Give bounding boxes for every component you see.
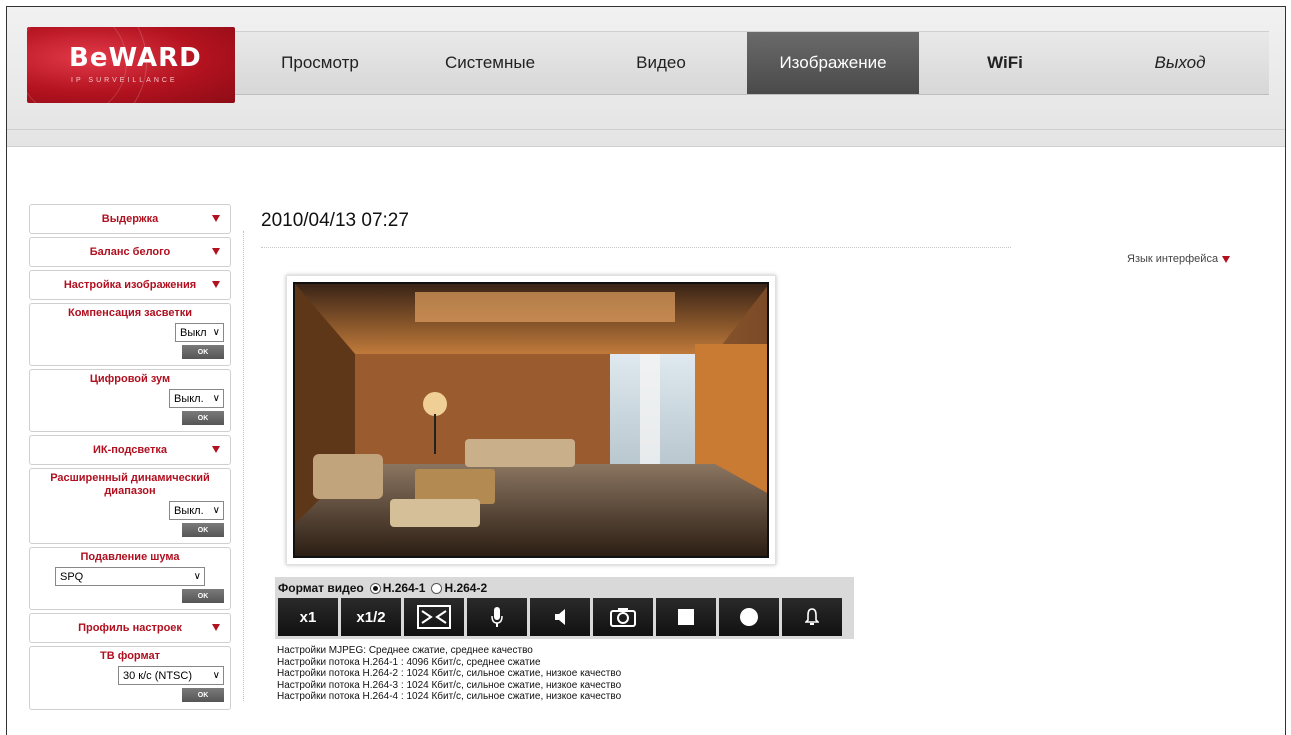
select-value: Выкл. (174, 504, 204, 517)
wdr-panel: Расширенный динамический диапазон Выкл. … (29, 468, 231, 544)
backlight-select[interactable]: Выкл ∨ (175, 323, 224, 342)
camera-datetime: 2010/04/13 07:27 (261, 210, 409, 231)
tv-format-select[interactable]: 30 к/с (NTSC) ∨ (118, 666, 224, 685)
wdr-select[interactable]: Выкл. ∨ (169, 501, 224, 520)
stop-button[interactable] (656, 598, 716, 636)
chevron-down-icon: ∨ (212, 327, 220, 338)
info-line-h264-3: Настройки потока H.264-3 : 1024 Кбит/с, … (277, 679, 622, 691)
fullscreen-button[interactable] (404, 598, 464, 636)
microphone-icon (491, 607, 503, 627)
chevron-down-icon: ∨ (212, 393, 220, 404)
format-radio-h264-1[interactable] (369, 582, 381, 594)
control-buttons: x1 x1/2 (278, 598, 842, 636)
digital-zoom-select[interactable]: Выкл. ∨ (169, 389, 224, 408)
nav-exit[interactable]: Выход (1091, 32, 1269, 94)
dropdown-arrow-icon (212, 215, 220, 222)
stream-info: Настройки MJPEG: Среднее сжатие, среднее… (277, 645, 621, 703)
logo-brand: BeWARD (69, 43, 202, 73)
chevron-down-icon: ∨ (193, 571, 201, 582)
sidebar-divider (243, 231, 244, 701)
info-line-h264-2: Настройки потока H.264-2 : 1024 Кбит/с, … (277, 668, 622, 679)
select-value: Выкл (180, 326, 207, 339)
fullscreen-icon (417, 605, 451, 629)
stop-icon (678, 609, 694, 625)
nav-image[interactable]: Изображение (747, 32, 919, 94)
tv-format-panel: ТВ формат 30 к/с (NTSC) ∨ OK (29, 646, 231, 710)
dropdown-arrow-icon (212, 281, 220, 288)
digital-zoom-title: Цифровой зум (89, 373, 171, 385)
noise-ok-button[interactable]: OK (182, 589, 224, 603)
language-label: Язык интерфейса (1127, 253, 1219, 265)
noise-select[interactable]: SPQ ∨ (55, 567, 205, 586)
nav-wifi[interactable]: WiFi (919, 32, 1091, 94)
sidebar-item-image-settings[interactable]: Настройка изображения (29, 270, 231, 300)
sidebar: Выдержка Баланс белого Настройка изображ… (29, 204, 231, 713)
sidebar-item-label: Профиль настроек (78, 622, 182, 634)
camera-icon (610, 608, 636, 627)
header-rule (7, 129, 1285, 130)
room-scene-image (295, 284, 767, 556)
backlight-panel: Компенсация засветки Выкл ∨ OK (29, 303, 231, 366)
sidebar-item-label: ИК-подсветка (92, 444, 168, 456)
alarm-button[interactable] (782, 598, 842, 636)
select-value: 30 к/с (NTSC) (123, 669, 192, 682)
sidebar-item-exposure[interactable]: Выдержка (29, 204, 231, 234)
video-format-row: Формат видео H.264-1 H.264-2 (278, 581, 487, 595)
info-line-mjpeg: Настройки MJPEG: Среднее сжатие, среднее… (277, 645, 533, 656)
record-button[interactable] (719, 598, 779, 636)
language-selector[interactable]: Язык интерфейса (1127, 253, 1231, 265)
info-line-h264-4: Настройки потока H.264-4 : 1024 Кбит/с, … (277, 691, 622, 702)
speaker-icon (555, 609, 565, 625)
nav-video[interactable]: Видео (575, 32, 747, 94)
microphone-button[interactable] (467, 598, 527, 636)
chevron-down-icon: ∨ (212, 670, 220, 681)
wdr-title: Расширенный динамический диапазон (50, 472, 210, 497)
sidebar-item-label: Выдержка (101, 213, 159, 225)
sidebar-item-white-balance[interactable]: Баланс белого (29, 237, 231, 267)
backlight-ok-button[interactable]: OK (182, 345, 224, 359)
nav-view[interactable]: Просмотр (235, 32, 405, 94)
video-frame (286, 275, 776, 565)
title-divider (261, 247, 1011, 248)
select-value: SPQ (60, 570, 84, 583)
page-frame: BeWARD IP SURVEILLANCE Просмотр Системны… (6, 6, 1286, 735)
beward-logo: BeWARD IP SURVEILLANCE (27, 27, 235, 103)
sidebar-item-label: Настройка изображения (63, 279, 197, 291)
video-format-label: Формат видео (278, 581, 364, 595)
dropdown-arrow-icon (212, 248, 220, 255)
logo-subtitle: IP SURVEILLANCE (71, 77, 178, 84)
wdr-ok-button[interactable]: OK (182, 523, 224, 537)
zoom-half-button[interactable]: x1/2 (341, 598, 401, 636)
format-option-label: H.264-1 (382, 581, 426, 595)
sidebar-item-label: Баланс белого (89, 246, 171, 258)
tv-format-ok-button[interactable]: OK (182, 688, 224, 702)
info-line-h264-1: Настройки потока H.264-1 : 4096 Кбит/с, … (277, 656, 541, 668)
noise-title: Подавление шума (80, 551, 180, 563)
sidebar-item-profile[interactable]: Профиль настроек (29, 613, 231, 643)
tv-format-title: ТВ формат (100, 650, 160, 662)
format-radio-h264-2[interactable] (431, 582, 443, 594)
sidebar-item-ir[interactable]: ИК-подсветка (29, 435, 231, 465)
dropdown-arrow-icon (212, 624, 220, 631)
backlight-title: Компенсация засветки (67, 307, 192, 319)
snapshot-button[interactable] (593, 598, 653, 636)
digital-zoom-panel: Цифровой зум Выкл. ∨ OK (29, 369, 231, 432)
live-video[interactable] (293, 282, 769, 558)
format-option-label: H.264-2 (444, 581, 488, 595)
dropdown-arrow-icon (212, 446, 220, 453)
digital-zoom-ok-button[interactable]: OK (182, 411, 224, 425)
record-icon (740, 608, 758, 626)
top-nav: Просмотр Системные Видео Изображение WiF… (235, 31, 1269, 95)
nav-system[interactable]: Системные (405, 32, 575, 94)
chevron-down-icon: ∨ (212, 505, 220, 516)
speaker-button[interactable] (530, 598, 590, 636)
noise-panel: Подавление шума SPQ ∨ OK (29, 547, 231, 610)
video-controls: Формат видео H.264-1 H.264-2 x1 x1/2 (275, 577, 854, 639)
zoom-x1-button[interactable]: x1 (278, 598, 338, 636)
dropdown-arrow-icon (1222, 255, 1231, 263)
bell-icon (805, 608, 819, 625)
select-value: Выкл. (174, 392, 204, 405)
